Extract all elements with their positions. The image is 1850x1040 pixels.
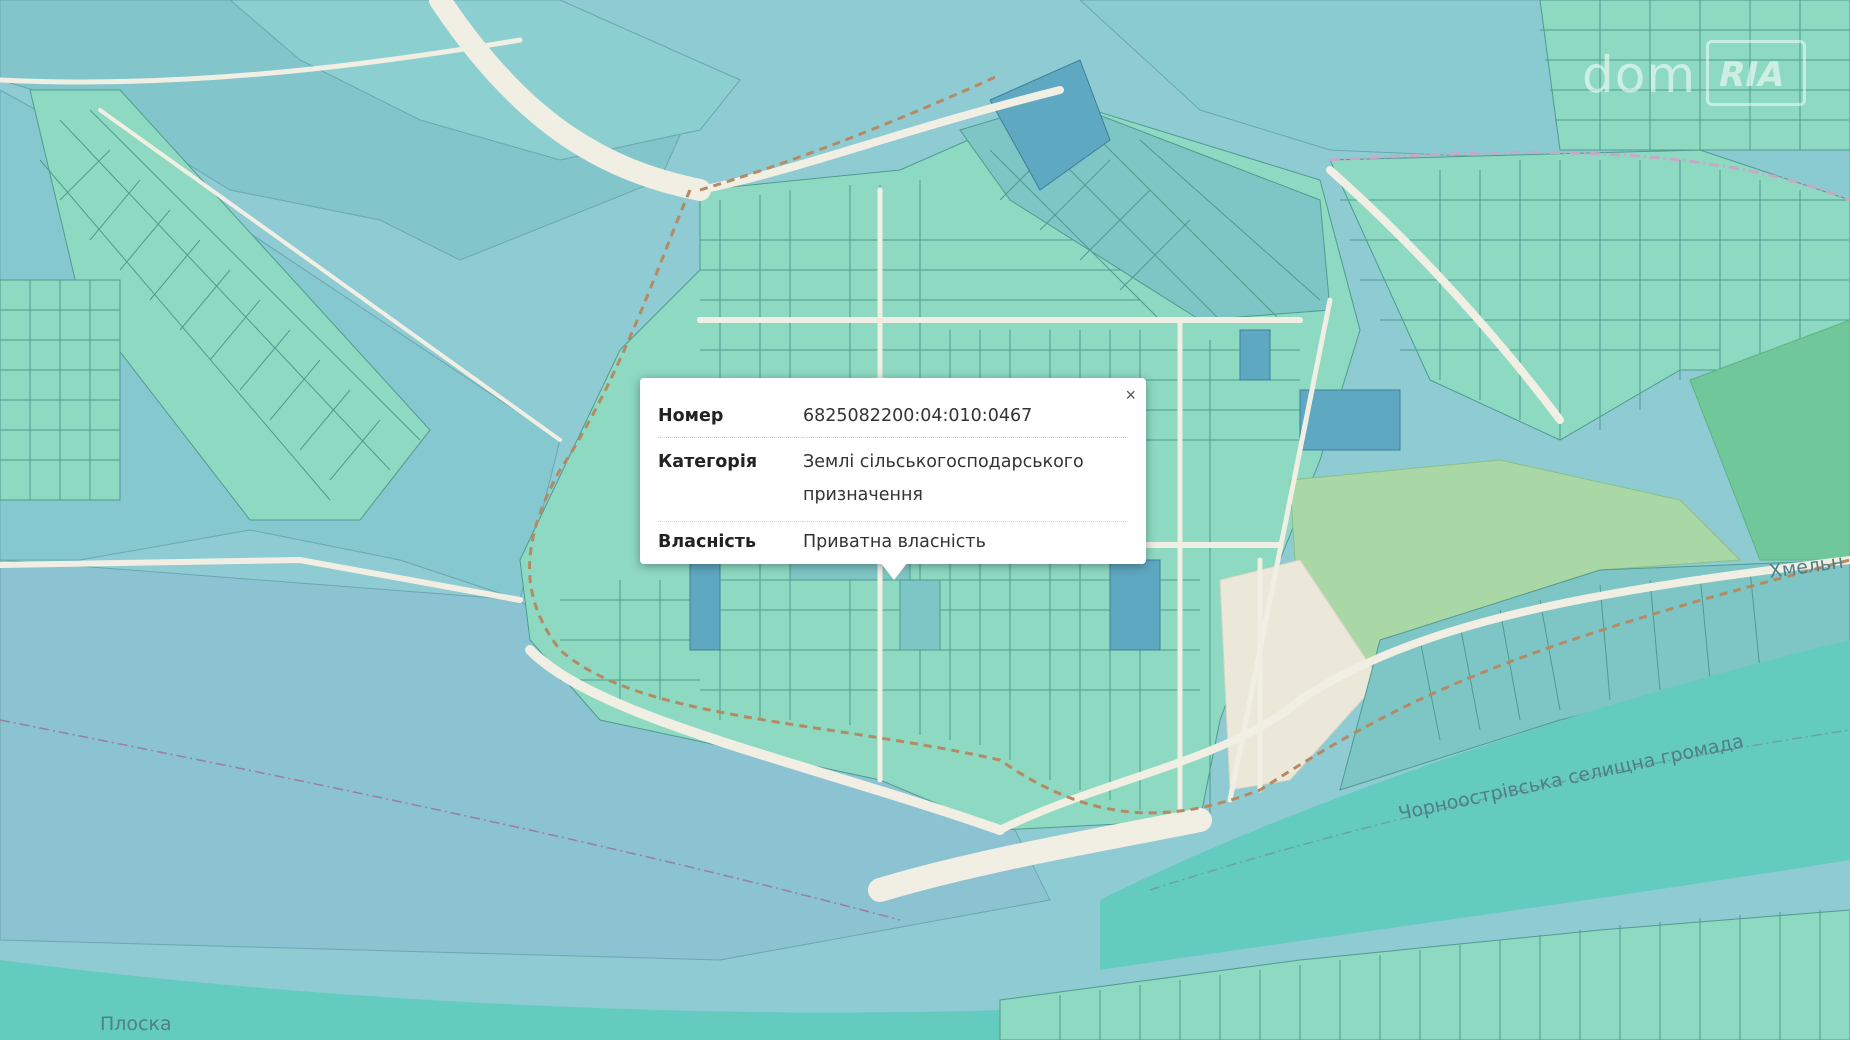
parcel-dark	[1109, 559, 1161, 651]
info-row-number: Номер 6825082200:04:010:0467	[658, 396, 1128, 438]
river-label: Плоска	[100, 1013, 172, 1035]
popup-pointer	[880, 562, 908, 580]
domria-watermark-logo: dom RIA	[1566, 38, 1810, 110]
info-value: Приватна власність	[803, 532, 986, 552]
info-key: Номер	[658, 396, 803, 438]
watermark-ria-text: RIA	[1714, 55, 1789, 95]
info-row-ownership: Власність Приватна власність	[658, 522, 1128, 564]
parcel-dark	[1239, 329, 1271, 381]
close-icon[interactable]: ×	[1125, 386, 1136, 404]
parcel-dark	[689, 559, 721, 651]
info-value: Землі сільськогосподарського призначення	[803, 437, 1128, 522]
info-key: Власність	[658, 532, 757, 552]
parcel-mid	[899, 579, 941, 651]
parcel-dark	[1299, 389, 1401, 451]
info-key: Категорія	[658, 437, 803, 522]
info-value: 6825082200:04:010:0467	[803, 396, 1128, 438]
info-row-category: Категорія Землі сільськогосподарського п…	[658, 437, 1128, 522]
parcel-info-table: Номер 6825082200:04:010:0467 Категорія З…	[658, 396, 1128, 563]
parcel-info-popup: × Номер 6825082200:04:010:0467 Категорія…	[640, 378, 1146, 564]
watermark-dom-text: dom	[1582, 46, 1697, 104]
watermark-ria-box: RIA	[1706, 40, 1806, 106]
